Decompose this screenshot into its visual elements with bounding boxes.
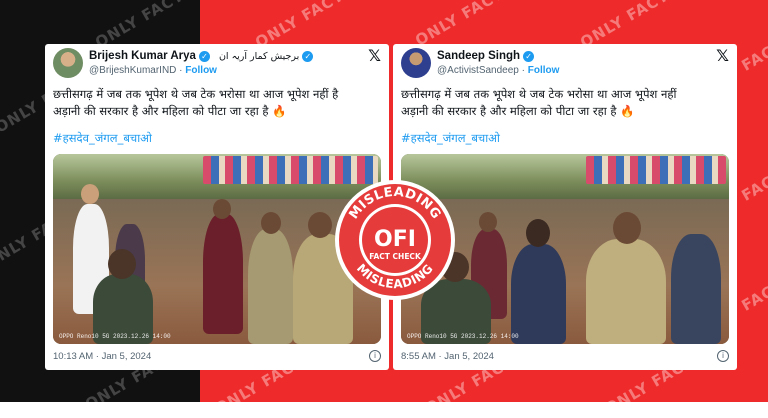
tweet-text: छत्तीसगढ़ में जब तक भूपेश थे जब टेक भरोस… xyxy=(401,86,731,120)
tweet-timestamp[interactable]: 8:55 AM · Jan 5, 2024 xyxy=(401,351,494,362)
tweet-text: छत्तीसगढ़ में जब तक भूपेश थे जब टेक भरोस… xyxy=(53,86,383,120)
police-figure xyxy=(586,239,666,344)
person-head xyxy=(261,212,281,234)
person-head xyxy=(213,199,231,219)
person-head xyxy=(108,249,136,279)
avatar[interactable] xyxy=(401,48,431,78)
author-name[interactable]: Brijesh Kumar Arya xyxy=(89,50,196,62)
hashtag-link[interactable]: #हसदेव_जंगल_बचाओ xyxy=(53,131,152,146)
author-name-row: Brijesh Kumar Arya ✓ برجیش کمار آریہ ان … xyxy=(89,50,314,62)
person-figure xyxy=(203,214,243,334)
author-handle[interactable]: @ActivistSandeep xyxy=(437,65,519,76)
verified-badge-icon: ✓ xyxy=(523,50,535,62)
tent-canopy xyxy=(586,156,726,184)
tweet-text-line: छत्तीसगढ़ में जब तक भूपेश थे जब टेक भरोस… xyxy=(401,87,677,101)
badge-logo: OFI xyxy=(374,227,416,252)
x-logo-icon[interactable]: 𝕏 xyxy=(716,46,729,65)
info-icon[interactable]: i xyxy=(369,350,381,362)
author-name-alt: برجیش کمار آریہ ان xyxy=(218,50,300,62)
author-name[interactable]: Sandeep Singh xyxy=(437,50,520,62)
info-icon[interactable]: i xyxy=(717,350,729,362)
handle-row: @BrijeshKumarIND · Follow xyxy=(89,65,217,76)
hashtag-link[interactable]: #हसदेव_जंगल_बचाओ xyxy=(401,131,500,146)
verified-badge-icon: ✓ xyxy=(302,50,314,62)
person-head xyxy=(613,212,641,244)
video-thumbnail[interactable]: OPPO Reno10 5G 2023.12.26 14:00 xyxy=(53,154,381,344)
verified-badge-icon: ✓ xyxy=(198,50,210,62)
tweet-text-line: अड़ानी की सरकार है और महिला को पीटा जा र… xyxy=(401,104,617,118)
author-name-row: Sandeep Singh ✓ xyxy=(437,50,535,62)
police-figure xyxy=(248,229,293,344)
follow-button[interactable]: Follow xyxy=(185,65,217,76)
fire-emoji-icon: 🔥 xyxy=(620,104,635,118)
avatar[interactable] xyxy=(53,48,83,78)
person-head xyxy=(308,212,332,238)
video-stamp: OPPO Reno10 5G 2023.12.26 14:00 xyxy=(59,333,171,340)
person-head xyxy=(479,212,497,232)
x-logo-icon[interactable]: 𝕏 xyxy=(368,46,381,65)
badge-sub-text: FACT CHECK xyxy=(369,252,422,261)
tweet-text-line: अड़ानी की सरकार है और महिला को पीटा जा र… xyxy=(53,104,269,118)
video-stamp: OPPO Reno10 5G 2023.12.26 14:00 xyxy=(407,333,519,340)
misleading-fact-check-badge: MISLEADING MISLEADING OFI FACT CHECK xyxy=(335,180,455,300)
person-head xyxy=(81,184,99,204)
fire-emoji-icon: 🔥 xyxy=(272,104,287,118)
follow-button[interactable]: Follow xyxy=(528,65,560,76)
tweet-text-line: छत्तीसगढ़ में जब तक भूपेश थे जब टेक भरोस… xyxy=(53,87,339,101)
person-head xyxy=(526,219,550,247)
handle-row: @ActivistSandeep · Follow xyxy=(437,65,560,76)
tweet-timestamp[interactable]: 10:13 AM · Jan 5, 2024 xyxy=(53,351,151,362)
author-handle[interactable]: @BrijeshKumarIND xyxy=(89,65,176,76)
person-figure xyxy=(511,244,566,344)
person-figure xyxy=(671,234,721,344)
